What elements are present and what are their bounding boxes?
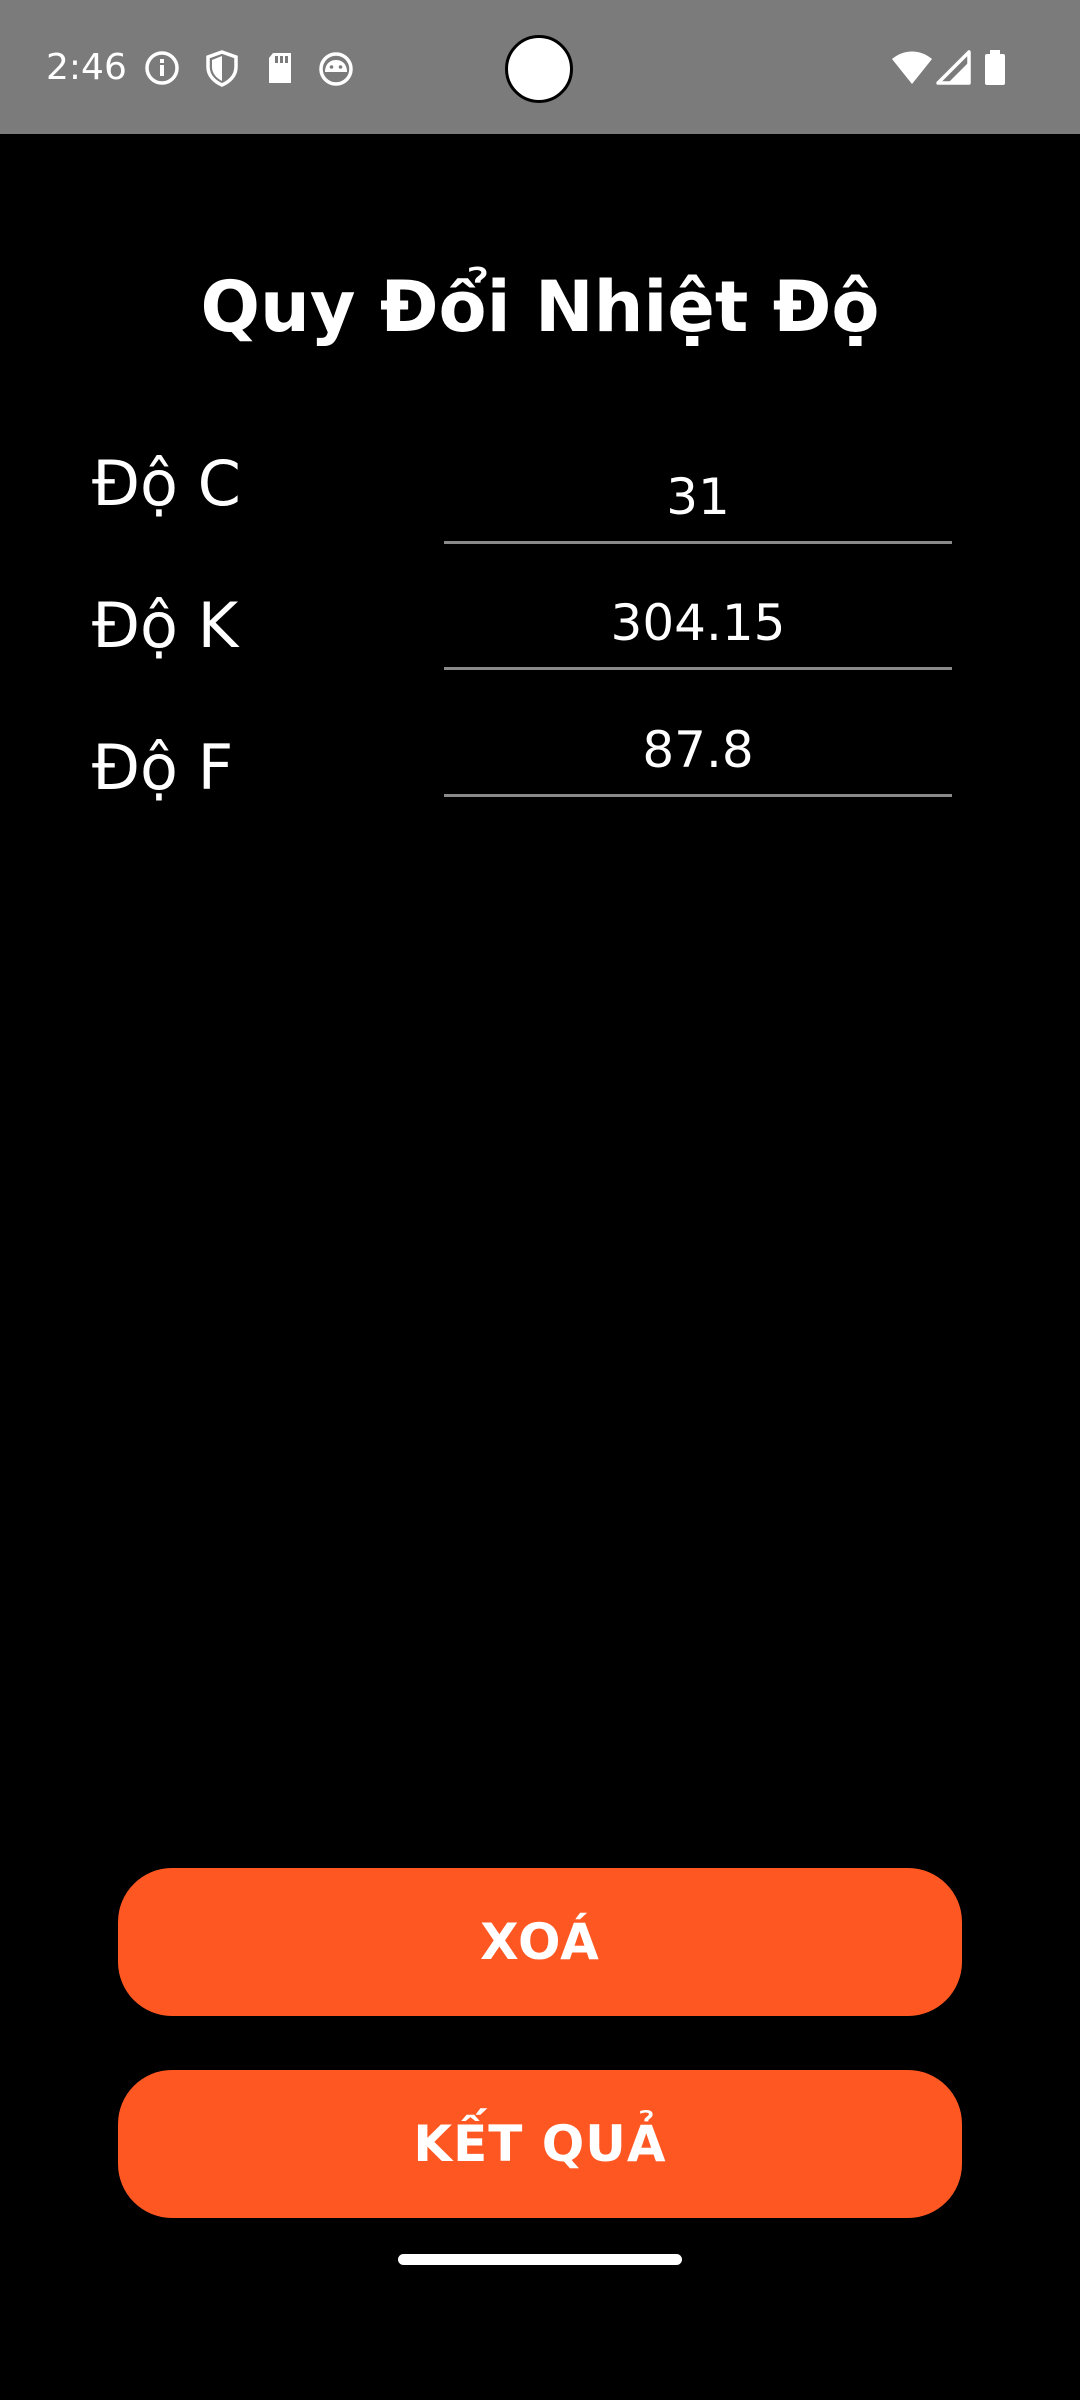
wifi-icon [890,48,934,88]
home-indicator[interactable] [398,2254,682,2265]
kelvin-input-value: 304.15 [610,594,786,652]
kelvin-label: Độ K [92,589,239,662]
app-screen: 2:46 Quy Đổi Nhiệt Độ Độ C 31 Độ K 304.1… [0,0,1080,2400]
status-bar: 2:46 [0,0,1080,134]
fahrenheit-input-value: 87.8 [642,721,754,779]
celsius-input[interactable]: 31 [444,454,952,544]
sd-card-icon [260,48,300,88]
signal-icon [934,48,974,88]
page-title: Quy Đổi Nhiệt Độ [200,266,880,348]
battery-icon [978,48,1012,88]
kelvin-input[interactable]: 304.15 [444,580,952,670]
status-time: 2:46 [46,47,127,88]
shield-icon [202,48,242,88]
celsius-input-value: 31 [666,468,730,526]
celsius-label: Độ C [92,447,241,520]
fahrenheit-input[interactable]: 87.8 [444,707,952,797]
result-button[interactable]: KẾT QUẢ [118,2070,962,2218]
camera-cutout [505,35,573,103]
android-icon [316,48,356,88]
clear-button[interactable]: XOÁ [118,1868,962,2016]
info-icon [142,48,182,88]
fahrenheit-label: Độ F [92,731,234,804]
